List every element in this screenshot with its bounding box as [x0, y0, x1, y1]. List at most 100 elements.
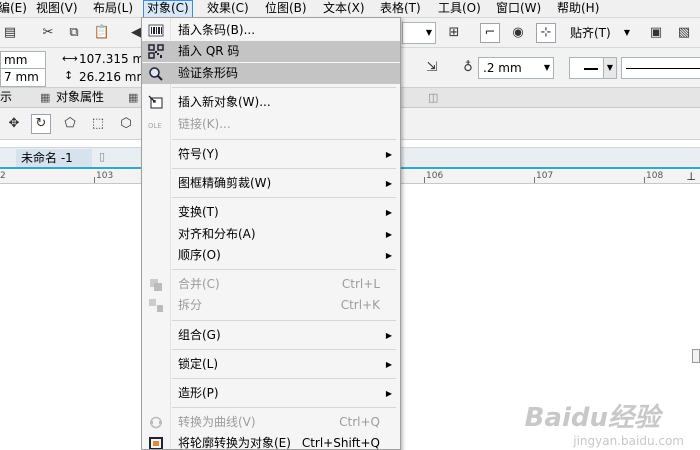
copy-icon[interactable]: ⧉ [64, 23, 84, 43]
menu-item-shortcut: Ctrl+Q [339, 415, 380, 429]
outline-to-object-icon [149, 437, 163, 449]
menu-item-convert-to-curves[interactable]: 转换为曲线(V) Ctrl+Q [142, 412, 400, 433]
ruler-tick-label: 106 [426, 171, 444, 181]
tab-icon: ▦ [128, 91, 139, 104]
submenu-arrow-icon: ▶ [385, 208, 392, 217]
zoom-dropdown[interactable]: ▼ [402, 22, 436, 44]
menu-item-label: 组合(G) [178, 328, 221, 342]
menu-item-label: 插入新对象(W)... [178, 95, 271, 109]
ruler-tick [534, 177, 535, 183]
options-icon[interactable]: ▣ [646, 23, 666, 43]
line-style-dropdown[interactable] [621, 57, 700, 79]
menu-tools[interactable]: 工具(O) [434, 0, 485, 18]
submenu-arrow-icon: ▶ [385, 150, 392, 159]
barcode-icon [148, 24, 164, 37]
rotate-icon[interactable]: ↻ [31, 114, 51, 134]
tab-hints[interactable]: 示 [0, 88, 12, 108]
menu-text[interactable]: 文本(X) [319, 0, 369, 18]
ruler-tick-label: 108 [646, 171, 664, 181]
menu-layout[interactable]: 布局(L) [89, 0, 137, 18]
menu-item-transformations[interactable]: 变换(T) ▶ [142, 202, 400, 223]
menu-separator [172, 407, 396, 408]
menu-item-insert-new-object[interactable]: 插入新对象(W)... [142, 92, 400, 113]
menu-item-validate-barcode[interactable]: 验证条形码 [142, 63, 400, 84]
menu-item-label: 顺序(O) [178, 248, 221, 262]
cut-icon[interactable]: ✂ [38, 23, 58, 43]
menu-item-symbol[interactable]: 符号(Y) ▶ [142, 144, 400, 165]
start-arrow-dropdown[interactable]: ▼ [569, 57, 617, 79]
width-field[interactable]: 107.315 mm [76, 51, 142, 69]
tab-overflow-icon[interactable]: ◫ [428, 88, 438, 108]
menu-item-label: 插入条码(B)... [178, 23, 256, 37]
menu-item-combine[interactable]: 合并(C) Ctrl+L [142, 274, 400, 295]
menu-separator [172, 168, 396, 169]
menu-item-label: 链接(K)... [178, 117, 231, 131]
ruler-tick-label: 2 [0, 171, 6, 181]
rulers-icon[interactable]: ⌐ [480, 23, 500, 43]
snap-dropdown[interactable]: 贴齐(T) ▼ [570, 22, 632, 44]
menu-item-group[interactable]: 组合(G) ▶ [142, 325, 400, 346]
qr-code-icon [148, 44, 164, 59]
menu-item-links[interactable]: OLE 链接(K)... [142, 114, 400, 135]
magnify-icon [149, 67, 163, 81]
full-screen-icon[interactable]: ⊞ [444, 23, 464, 43]
menu-item-lock[interactable]: 锁定(L) ▶ [142, 354, 400, 375]
document-tab-label: 未命名 -1 [21, 151, 73, 165]
menu-item-label: 变换(T) [178, 205, 219, 219]
chevron-down-icon: ▼ [543, 63, 550, 72]
scale-icon[interactable]: ⬚ [88, 114, 108, 134]
menu-help[interactable]: 帮助(H) [553, 0, 603, 18]
object-menu: 插入条码(B)... 插入 QR 码 验证条形码 插入新对象(W)... OLE… [141, 17, 401, 450]
menu-item-insert-qr-code[interactable]: 插入 QR 码 [142, 41, 400, 62]
height-field[interactable]: 26.216 mm [76, 69, 142, 87]
document-tab[interactable]: 未命名 -1 [16, 149, 92, 167]
transform-icon[interactable]: ⇲ [422, 58, 442, 78]
menu-effects[interactable]: 效果(C) [203, 0, 253, 18]
menu-item-insert-barcode[interactable]: 插入条码(B)... [142, 20, 400, 41]
menu-item-break-apart[interactable]: 拆分 Ctrl+K [142, 295, 400, 316]
menu-separator [172, 87, 396, 88]
outline-width-value: .2 mm [483, 61, 522, 75]
eye-icon[interactable]: ◉ [508, 23, 528, 43]
menu-item-label: 造形(P) [178, 386, 219, 400]
menu-separator [172, 378, 396, 379]
grid-icon[interactable]: ⊹ [536, 23, 556, 43]
y-position-field[interactable]: 7 mm [0, 69, 46, 87]
submenu-arrow-icon: ▶ [385, 251, 392, 260]
scroll-handle[interactable] [692, 349, 700, 363]
new-tab-icon[interactable]: ▯ [99, 150, 105, 163]
app-launcher-icon[interactable]: ▧ [674, 23, 694, 43]
watermark-logo: Baidu经验 [524, 403, 660, 433]
menu-table[interactable]: 表格(T) [376, 0, 425, 18]
menu-edit[interactable]: 编(E) [0, 0, 31, 18]
line-style-icon [584, 68, 598, 70]
menu-item-order[interactable]: 顺序(O) ▶ [142, 245, 400, 266]
break-apart-icon [149, 299, 163, 312]
menu-item-label: 图框精确剪裁(W) [178, 176, 272, 190]
menu-item-label: 锁定(L) [178, 357, 219, 371]
ruler-tick [424, 177, 425, 183]
height-icon: ↕ [64, 69, 74, 82]
menu-item-outline-to-object[interactable]: 将轮廓转换为对象(E) Ctrl+Shift+Q [142, 433, 400, 449]
menu-item-shortcut: Ctrl+L [341, 277, 380, 291]
menu-object[interactable]: 对象(C) [143, 0, 193, 18]
open-icon[interactable]: ▤ [0, 23, 20, 43]
menu-window[interactable]: 窗口(W) [492, 0, 545, 18]
menu-item-powerclip[interactable]: 图框精确剪裁(W) ▶ [142, 173, 400, 194]
chevron-down-icon: ▼ [623, 28, 630, 37]
menu-view[interactable]: 视图(V) [32, 0, 82, 18]
tab-object-properties[interactable]: 对象属性 [56, 88, 104, 108]
menu-item-shaping[interactable]: 造形(P) ▶ [142, 383, 400, 404]
menu-item-shortcut: Ctrl+K [340, 298, 380, 312]
size-icon[interactable]: ⬡ [116, 114, 136, 134]
x-position-field[interactable]: mm [0, 51, 46, 69]
menu-bitmaps[interactable]: 位图(B) [261, 0, 311, 18]
skew-icon[interactable]: ⬠ [60, 114, 80, 134]
move-icon[interactable]: ✥ [4, 114, 24, 134]
menu-item-label: 转换为曲线(V) [178, 415, 256, 429]
submenu-arrow-icon: ▶ [385, 389, 392, 398]
ruler-tick-label: 107 [536, 171, 554, 181]
outline-width-dropdown[interactable]: .2 mm ▼ [478, 57, 554, 79]
menu-item-align-distribute[interactable]: 对齐和分布(A) ▶ [142, 224, 400, 245]
paste-icon[interactable]: 📋 [92, 23, 112, 43]
